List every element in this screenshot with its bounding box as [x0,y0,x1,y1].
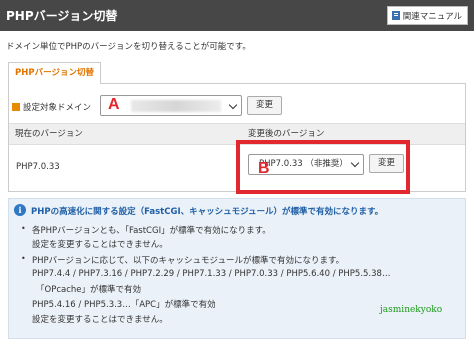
chevron-down-icon [228,100,238,110]
related-manual-label: 関連マニュアル [402,11,462,22]
blurred-domain-value [131,100,221,112]
domain-label: 設定対象ドメイン [23,103,92,113]
page-title: PHPバージョン切替 [6,9,118,23]
domain-select[interactable] [100,95,242,116]
domain-change-button[interactable]: 変更 [247,96,283,115]
info-line: 「OPcache」が標準で有効 [36,285,141,295]
info-line: 設定を変更することはできません。 [32,240,168,250]
page-header: PHPバージョン切替 関連マニュアル [0,0,474,31]
annotation-a: A [108,96,120,113]
page-description: ドメイン単位でPHPのバージョンを切り替えることが可能です。 [6,42,251,52]
annotation-b: B [258,160,270,177]
info-line: PHP5.4.16 / PHP5.3.3…「APC」が標準で有効 [32,300,216,310]
info-line: PHPバージョンに応じて、以下のキャッシュモジュールが標準で有効になります。 [32,256,345,266]
square-bullet-icon [12,103,20,111]
book-icon [391,11,400,20]
related-manual-button[interactable]: 関連マニュアル [386,6,468,25]
info-line: PHP7.4.4 / PHP7.3.16 / PHP7.2.29 / PHP7.… [32,269,391,279]
after-version-header: 変更後のバージョン [248,129,325,139]
domain-row: 設定対象ドメイン [12,96,91,118]
info-title: PHPの高速化に関する設定（FastCGI、キャッシュモジュール）が標準で有効に… [31,207,384,217]
current-version-header: 現在のバージョン [15,129,83,139]
info-line: 設定を変更することはできません。 [32,315,168,325]
info-line: 各PHPバージョンとも、「FastCGI」が標準で有効になります。 [32,226,271,236]
bullet-icon: • [21,254,26,263]
watermark: jasminekyoko [380,305,443,315]
tab-php-version-switch[interactable]: PHPバージョン切替 [8,62,101,84]
current-version-value: PHP7.0.33 [16,162,60,172]
info-icon: i [14,204,26,216]
bullet-icon: • [21,224,26,233]
